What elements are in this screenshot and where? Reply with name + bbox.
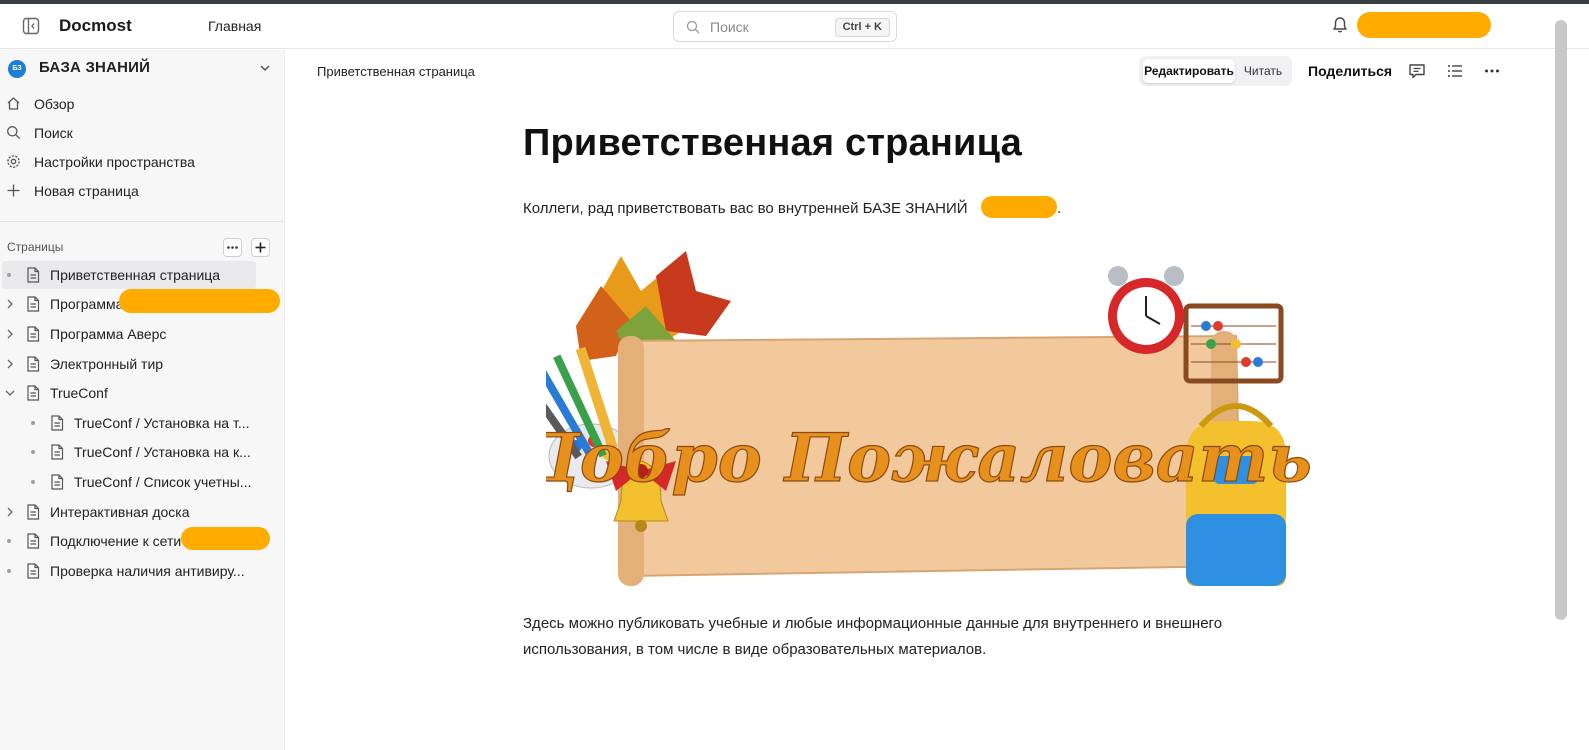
search-shortcut-badge: Ctrl + K <box>834 18 890 37</box>
table-of-contents-icon[interactable] <box>1446 62 1464 80</box>
document-icon <box>51 444 64 460</box>
breadcrumb[interactable]: Приветственная страница <box>317 64 475 79</box>
space-switcher[interactable]: БЗ БАЗА ЗНАНИЙ <box>8 58 276 80</box>
redaction-mark <box>119 289 280 313</box>
tree-item-trueconf-install-1[interactable]: TrueConf / Установка на т... <box>26 409 272 437</box>
body-paragraph[interactable]: Здесь можно публиковать учебные и любые … <box>523 611 1283 663</box>
document-icon <box>27 504 40 520</box>
tree-item-label: Подключение к сети <box>50 533 182 549</box>
tree-item-label: TrueConf / Установка на к... <box>74 444 251 460</box>
space-name: БАЗА ЗНАНИЙ <box>39 59 151 76</box>
tree-item-label: Программа Аверс <box>50 326 167 342</box>
tree-item-label: TrueConf / Установка на т... <box>74 415 250 431</box>
leaf-dot <box>7 569 11 573</box>
document-icon <box>27 385 40 401</box>
more-horizontal-icon <box>227 246 238 249</box>
add-page-button[interactable] <box>251 238 270 257</box>
document-icon <box>27 533 40 549</box>
user-menu-redacted[interactable] <box>1357 12 1491 38</box>
tree-item-label: TrueConf / Список учетны... <box>74 474 252 490</box>
notifications-bell-icon[interactable] <box>1331 16 1349 34</box>
tree-item-label: Программа <box>50 296 124 312</box>
share-button[interactable]: Поделиться <box>1308 63 1392 79</box>
tree-item-trueconf-install-2[interactable]: TrueConf / Установка на к... <box>26 438 272 466</box>
redaction-mark <box>981 196 1057 218</box>
app-logo[interactable]: Docmost <box>59 16 132 36</box>
tree-item-label: Интерактивная доска <box>50 504 190 520</box>
alarm-clock-illustration <box>1108 266 1184 354</box>
sidebar-toggle-icon[interactable] <box>22 17 40 35</box>
chevron-right-icon[interactable] <box>4 358 16 370</box>
tree-item-label: Проверка наличия антивиру... <box>50 563 245 579</box>
comments-icon[interactable] <box>1408 62 1426 80</box>
document-icon <box>27 267 40 283</box>
mode-read-option[interactable]: Читать <box>1238 59 1288 83</box>
space-avatar: БЗ <box>8 60 26 78</box>
home-link[interactable]: Главная <box>208 18 261 34</box>
chevron-right-icon[interactable] <box>4 506 16 518</box>
chevron-right-icon[interactable] <box>4 298 16 310</box>
mode-edit-option[interactable]: Редактировать <box>1143 59 1235 83</box>
tree-item-trueconf[interactable]: TrueConf <box>2 379 272 407</box>
chevron-down-icon <box>260 65 270 72</box>
intro-paragraph-end: . <box>1057 200 1062 217</box>
pages-more-button[interactable] <box>223 238 242 257</box>
nav-new-page-label: Новая страница <box>34 183 139 199</box>
leaf-dot <box>31 450 35 454</box>
home-icon <box>7 97 20 110</box>
mode-toggle[interactable]: Редактировать Читать <box>1139 56 1292 86</box>
nav-overview[interactable]: Обзор <box>6 92 276 116</box>
page-scrollbar[interactable] <box>1555 20 1567 620</box>
document-icon <box>51 415 64 431</box>
document-icon <box>27 296 40 312</box>
tree-item-whiteboard[interactable]: Интерактивная доска <box>2 498 272 526</box>
page-title[interactable]: Приветственная страница <box>523 122 1022 165</box>
tree-item-avers[interactable]: Программа Аверс <box>2 320 272 348</box>
nav-space-settings[interactable]: Настройки пространства <box>6 150 276 174</box>
banner-welcome-text: Добро Пожаловать! <box>546 419 1310 497</box>
more-horizontal-icon[interactable] <box>1483 62 1501 80</box>
tree-item-label: Электронный тир <box>50 356 164 372</box>
nav-search-label: Поиск <box>34 125 73 141</box>
leaf-dot <box>7 539 11 543</box>
pages-section-header: Страницы <box>7 240 64 254</box>
chevron-right-icon[interactable] <box>4 328 16 340</box>
sidebar: БЗ БАЗА ЗНАНИЙ Обзор Поиск Настройки про… <box>0 50 285 750</box>
chevron-down-icon[interactable] <box>4 387 16 399</box>
tree-item-welcome[interactable]: Приветственная страница <box>2 261 256 289</box>
leaf-dot <box>7 273 11 277</box>
leaf-dot <box>31 421 35 425</box>
tree-item-trueconf-accounts[interactable]: TrueConf / Список учетны... <box>26 468 272 496</box>
nav-space-settings-label: Настройки пространства <box>34 154 195 170</box>
document-icon <box>27 563 40 579</box>
search-icon <box>686 20 700 34</box>
tree-item-label: Приветственная страница <box>50 267 221 283</box>
intro-paragraph[interactable]: Коллеги, рад приветствовать вас во внутр… <box>523 200 968 217</box>
nav-overview-label: Обзор <box>34 96 75 112</box>
document-icon <box>27 326 40 342</box>
search-placeholder: Поиск <box>710 19 749 35</box>
plus-icon <box>7 184 20 197</box>
tree-item-label: TrueConf <box>50 385 108 401</box>
leaf-dot <box>31 480 35 484</box>
document-icon <box>51 474 64 490</box>
search-input[interactable]: Поиск Ctrl + K <box>673 11 897 42</box>
app-header: Docmost Главная Поиск Ctrl + K <box>0 4 1589 49</box>
sidebar-divider <box>0 221 285 222</box>
tree-item-e-shooting[interactable]: Электронный тир <box>2 350 272 378</box>
plus-icon <box>255 242 266 253</box>
welcome-banner-image[interactable]: Добро Пожаловать! <box>546 246 1310 591</box>
document-icon <box>27 356 40 372</box>
redaction-mark <box>181 527 270 550</box>
nav-search[interactable]: Поиск <box>6 121 276 145</box>
nav-new-page[interactable]: Новая страница <box>6 179 276 203</box>
page-content: Приветственная страница Редактировать Чи… <box>286 50 1556 750</box>
gear-icon <box>7 155 20 168</box>
search-icon <box>7 126 21 140</box>
tree-item-antivirus[interactable]: Проверка наличия антивиру... <box>2 557 272 585</box>
